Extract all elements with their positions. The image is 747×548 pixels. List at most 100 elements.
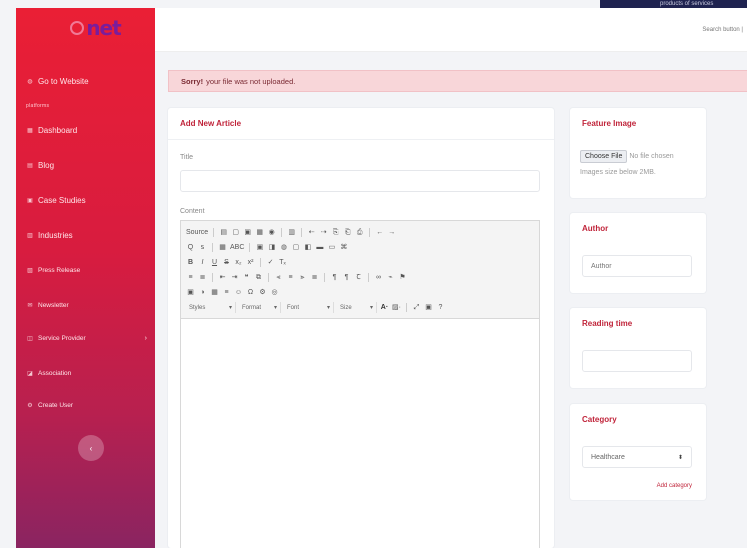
brand-logo[interactable]: net xyxy=(16,8,155,48)
select-field-icon[interactable]: ▬ xyxy=(315,243,324,252)
language-icon[interactable]: Ꞇ xyxy=(354,273,363,282)
table-icon[interactable]: ▦ xyxy=(210,288,219,297)
author-title: Author xyxy=(582,224,609,233)
redo-icon[interactable]: → xyxy=(387,228,396,237)
bg-color-icon[interactable]: ▨· xyxy=(392,303,401,312)
underline-icon[interactable]: U xyxy=(210,258,219,267)
editor-toolbar: Source ▤ ▢ ▣ ▦ ◉ ▥ ⇠ ⇢ ⎘ ⎗ ⎙ ← → Q ꜱ ▦ A… xyxy=(181,221,539,319)
page-break-icon[interactable]: ⚙ xyxy=(258,288,267,297)
sidebar-item-blog[interactable]: ▤ Blog xyxy=(26,158,147,172)
align-right-icon[interactable]: ⫸ xyxy=(298,273,307,282)
justify-icon[interactable]: ≣ xyxy=(310,273,319,282)
unlink-icon[interactable]: ⌁ xyxy=(386,273,395,282)
print-icon[interactable]: ▥ xyxy=(287,228,296,237)
div-icon[interactable]: ⧉ xyxy=(254,273,263,282)
chevron-right-icon: › xyxy=(144,334,147,342)
image-icon[interactable]: ▣ xyxy=(186,288,195,297)
copy-icon[interactable]: ⇢ xyxy=(319,228,328,237)
source-button[interactable]: Source xyxy=(186,228,208,237)
cut-icon[interactable]: ⇠ xyxy=(307,228,316,237)
styles-dropdown[interactable]: Styles ▾ xyxy=(186,302,236,313)
sidebar-item-service-provider[interactable]: ◫ Service Provider › xyxy=(26,331,147,345)
sidebar: net platforms ◍ Go to Website ▦ Dashboar… xyxy=(16,8,155,548)
font-label: Font xyxy=(287,304,300,311)
indent-icon[interactable]: ⇥ xyxy=(230,273,239,282)
show-blocks-icon[interactable]: ▣ xyxy=(424,303,433,312)
sidebar-item-association[interactable]: ◪ Association xyxy=(26,366,147,380)
iframe-icon[interactable]: ◎ xyxy=(270,288,279,297)
blockquote-icon[interactable]: ❝ xyxy=(242,273,251,282)
maximize-icon[interactable]: ⤢ xyxy=(412,303,421,312)
bold-icon[interactable]: B xyxy=(186,258,195,267)
textarea-icon[interactable]: ◧ xyxy=(303,243,312,252)
rtl-icon[interactable]: ¶ xyxy=(342,273,351,282)
copy-format-icon[interactable]: ✓ xyxy=(266,258,275,267)
format-dropdown[interactable]: Format ▾ xyxy=(239,302,281,313)
file-status-text: No file chosen xyxy=(629,153,674,160)
remove-format-icon[interactable]: Tₓ xyxy=(278,258,287,267)
ltr-icon[interactable]: ¶ xyxy=(330,273,339,282)
sidebar-item-newsletter[interactable]: ✉ Newsletter xyxy=(26,298,147,312)
numbered-list-icon[interactable]: ≡ xyxy=(186,273,195,282)
horizontal-line-icon[interactable]: ≡ xyxy=(222,288,231,297)
sidebar-item-press-release[interactable]: ▧ Press Release xyxy=(26,263,147,277)
sidebar-item-industries[interactable]: ▥ Industries xyxy=(26,228,147,242)
checkbox-icon[interactable]: ◨ xyxy=(267,243,276,252)
save-icon[interactable]: ▤ xyxy=(219,228,228,237)
subscript-icon[interactable]: x₂ xyxy=(234,258,243,267)
spellcheck-icon[interactable]: ABC xyxy=(230,243,244,252)
toolbar-row: ≡ ≣ ⇤ ⇥ ❝ ⧉ ⫷ ≡ ⫸ ≣ ¶ ¶ Ꞇ ∞ ⌁ ⚑ xyxy=(186,270,534,285)
add-category-link[interactable]: Add category xyxy=(657,483,692,489)
find-icon[interactable]: Q xyxy=(186,243,195,252)
textfield-icon[interactable]: ▢ xyxy=(291,243,300,252)
help-icon[interactable]: ? xyxy=(436,303,445,312)
new-page-icon[interactable]: ▢ xyxy=(231,228,240,237)
button-field-icon[interactable]: ▭ xyxy=(327,243,336,252)
sidebar-item-case-studies[interactable]: ▣ Case Studies xyxy=(26,193,147,207)
undo-icon[interactable]: ← xyxy=(375,228,384,237)
select-all-icon[interactable]: ▦ xyxy=(218,243,227,252)
size-dropdown[interactable]: Size ▾ xyxy=(337,302,377,313)
file-picker: Choose File No file chosen xyxy=(580,150,674,163)
anchor-icon[interactable]: ⚑ xyxy=(398,273,407,282)
italic-icon[interactable]: I xyxy=(198,258,207,267)
header-user-text[interactable]: Search button | xyxy=(702,27,743,33)
sidebar-item-create-user[interactable]: ⚙ Create User xyxy=(26,398,147,412)
paste-text-icon[interactable]: ⎗ xyxy=(343,228,352,237)
align-left-icon[interactable]: ⫷ xyxy=(274,273,283,282)
special-char-icon[interactable]: Ω xyxy=(246,288,255,297)
reading-time-card: Reading time xyxy=(570,308,706,388)
paste-icon[interactable]: ⎘ xyxy=(331,228,340,237)
editor-content-area[interactable] xyxy=(181,319,539,533)
text-color-icon[interactable]: A· xyxy=(380,303,389,312)
link-icon[interactable]: ∞ xyxy=(374,273,383,282)
author-input[interactable] xyxy=(582,255,692,277)
smiley-icon[interactable]: ☺ xyxy=(234,288,243,297)
sidebar-item-dashboard[interactable]: ▦ Dashboard xyxy=(26,123,147,137)
reading-time-input[interactable] xyxy=(582,350,692,372)
font-dropdown[interactable]: Font ▾ xyxy=(284,302,334,313)
sidebar-item-label: Newsletter xyxy=(38,301,69,309)
superscript-icon[interactable]: x² xyxy=(246,258,255,267)
document-icon[interactable]: ▦ xyxy=(255,228,264,237)
bulleted-list-icon[interactable]: ≣ xyxy=(198,273,207,282)
category-select[interactable]: Healthcare ⬍ xyxy=(582,446,692,468)
case-icon: ▣ xyxy=(27,197,33,204)
choose-file-button[interactable]: Choose File xyxy=(580,150,628,163)
templates-icon[interactable]: ▣ xyxy=(243,228,252,237)
strikethrough-icon[interactable]: S xyxy=(222,258,231,267)
toolbar-separator xyxy=(212,273,213,282)
title-input[interactable] xyxy=(180,170,540,192)
outdent-icon[interactable]: ⇤ xyxy=(218,273,227,282)
radio-icon[interactable]: ◍ xyxy=(279,243,288,252)
replace-icon[interactable]: ꜱ xyxy=(198,243,207,252)
flash-icon[interactable]: ◑ xyxy=(198,288,207,297)
form-icon[interactable]: ▣ xyxy=(255,243,264,252)
hidden-field-icon[interactable]: ⌘ xyxy=(339,243,348,252)
paste-word-icon[interactable]: ⎙ xyxy=(355,228,364,237)
sidebar-item-label: Dashboard xyxy=(38,125,78,135)
align-center-icon[interactable]: ≡ xyxy=(286,273,295,282)
sidebar-item-go-to-website[interactable]: ◍ Go to Website xyxy=(26,74,147,88)
preview-icon[interactable]: ◉ xyxy=(267,228,276,237)
sidebar-collapse-button[interactable]: ‹ xyxy=(78,435,104,461)
